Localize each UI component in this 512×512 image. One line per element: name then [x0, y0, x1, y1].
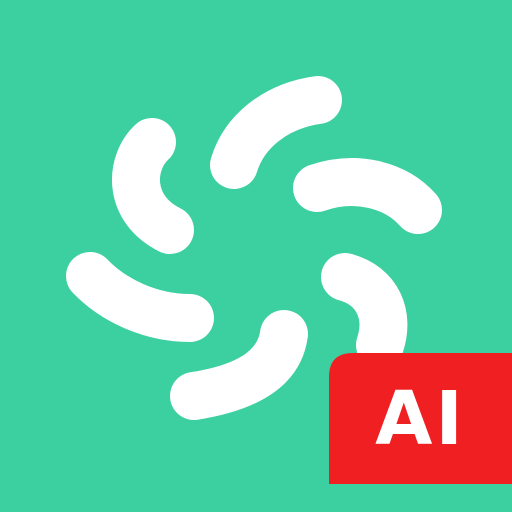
app-icon[interactable]: AI [0, 0, 512, 512]
ai-badge-label: AI [375, 375, 466, 462]
logo-petal [293, 158, 442, 234]
